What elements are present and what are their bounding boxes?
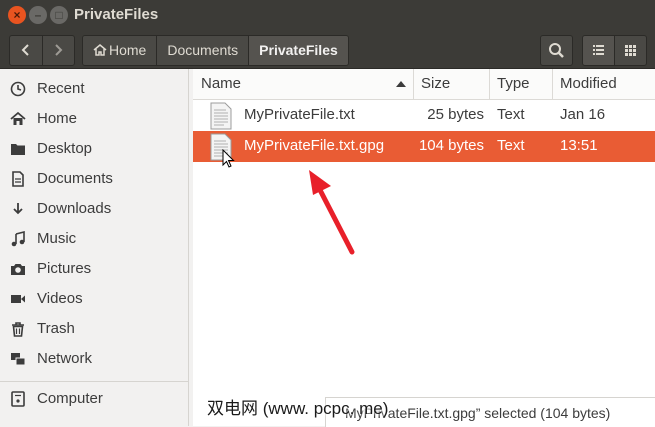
text-file-icon (210, 102, 232, 130)
maximize-icon: □ (55, 8, 63, 22)
file-name: MyPrivateFile.txt (244, 106, 355, 123)
sidebar-item-trash[interactable]: Trash (0, 314, 188, 344)
sidebar-item-label: Home (37, 110, 78, 127)
grid-view-button[interactable] (614, 35, 647, 66)
sort-ascending-icon (396, 81, 406, 87)
watermark-text: 双电网 (www. pcpc. me) (207, 399, 389, 418)
sidebar-item-label: Documents (37, 170, 113, 187)
sidebar-item-videos[interactable]: Videos (0, 284, 188, 314)
breadcrumb: Home Documents PrivateFiles (82, 35, 349, 66)
clock-icon (10, 81, 26, 97)
annotation-arrow-icon (309, 170, 355, 255)
file-modified: 13:51 (560, 137, 598, 154)
close-window-button[interactable]: × (8, 6, 26, 24)
list-view-button[interactable] (582, 35, 615, 66)
home-icon (93, 44, 107, 56)
file-type: Text (497, 106, 525, 123)
sidebar-item-label: Music (37, 230, 77, 247)
file-list: Name Size Type Modified MyPrivateFile.tx… (193, 69, 655, 426)
maximize-window-button[interactable]: □ (50, 6, 68, 24)
sidebar-item-recent[interactable]: Recent (0, 74, 188, 104)
title-bar: × – □ PrivateFiles (0, 0, 655, 31)
minimize-icon: – (34, 8, 42, 22)
file-size: 104 bytes (418, 137, 484, 154)
sidebar: Recent Home Desktop Documents Downloads … (0, 69, 189, 426)
network-icon (11, 353, 26, 366)
camera-icon (11, 264, 25, 275)
sidebar-item-pictures[interactable]: Pictures (0, 254, 188, 284)
breadcrumb-home-label: Home (109, 42, 147, 58)
sidebar-item-label: Network (37, 350, 93, 367)
window-title: PrivateFiles (74, 6, 159, 23)
column-header-row: Name Size Type Modified (193, 69, 655, 100)
trash-icon (12, 322, 24, 337)
column-header-type[interactable]: Type (489, 69, 553, 99)
file-name: MyPrivateFile.txt.gpg (244, 137, 385, 154)
sidebar-item-label: Videos (37, 290, 83, 307)
sidebar-item-documents[interactable]: Documents (0, 164, 188, 194)
sidebar-item-desktop[interactable]: Desktop (0, 134, 188, 164)
chevron-left-icon (21, 44, 29, 56)
sidebar-item-network[interactable]: Network (0, 344, 188, 374)
breadcrumb-home[interactable]: Home (83, 36, 158, 65)
grid-view-icon (625, 45, 636, 56)
column-header-name[interactable]: Name (193, 69, 414, 99)
sidebar-item-label: Downloads (37, 200, 112, 217)
sidebar-item-downloads[interactable]: Downloads (0, 194, 188, 224)
sidebar-item-label: Pictures (37, 260, 92, 277)
video-icon (11, 295, 25, 303)
sidebar-item-music[interactable]: Music (0, 224, 188, 254)
list-view-icon (593, 45, 604, 55)
sidebar-item-label: Recent (37, 80, 85, 97)
file-size: 25 bytes (427, 106, 484, 123)
column-header-size[interactable]: Size (413, 69, 490, 99)
sidebar-item-computer[interactable]: Computer (0, 384, 188, 414)
document-icon (12, 171, 24, 187)
sidebar-item-home[interactable]: Home (0, 104, 188, 134)
minimize-window-button[interactable]: – (29, 6, 47, 24)
home-icon (10, 111, 26, 125)
column-header-modified[interactable]: Modified (552, 69, 655, 99)
file-row[interactable]: MyPrivateFile.txt 25 bytes Text Jan 16 (193, 100, 655, 131)
file-row-selected[interactable]: MyPrivateFile.txt.gpg 104 bytes Text 13:… (193, 131, 655, 162)
music-icon (11, 231, 25, 247)
folder-icon (11, 144, 25, 155)
sidebar-item-label: Desktop (37, 140, 93, 157)
search-button[interactable] (540, 35, 573, 66)
download-icon (13, 203, 23, 215)
sidebar-item-label: Trash (37, 320, 75, 337)
search-icon (549, 43, 564, 58)
file-type: Text (497, 137, 525, 154)
file-modified: Jan 16 (560, 106, 606, 123)
mouse-cursor-icon (222, 149, 235, 168)
navigation-buttons (9, 35, 75, 66)
breadcrumb-documents[interactable]: Documents (157, 36, 250, 65)
toolbar: Home Documents PrivateFiles (0, 31, 655, 69)
computer-icon (11, 391, 25, 407)
breadcrumb-privatefiles[interactable]: PrivateFiles (249, 36, 348, 65)
chevron-right-icon (55, 44, 63, 56)
close-icon: × (13, 8, 21, 22)
back-button[interactable] (10, 36, 43, 65)
forward-button[interactable] (42, 36, 74, 65)
sidebar-divider (0, 381, 188, 382)
sidebar-item-label: Computer (37, 390, 103, 407)
